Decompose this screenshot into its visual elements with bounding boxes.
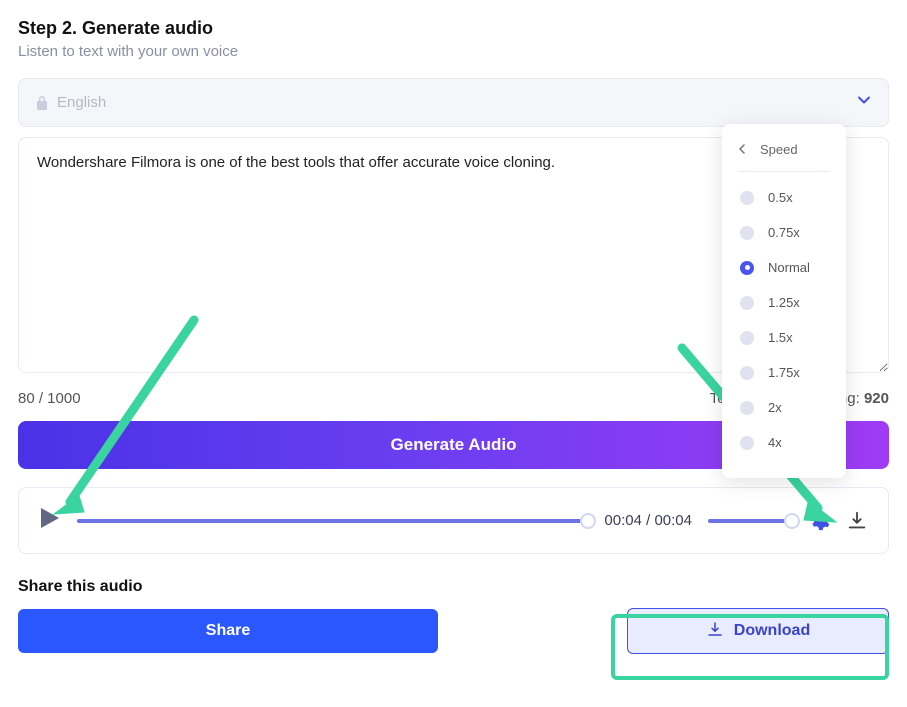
volume-thumb[interactable] — [784, 513, 800, 529]
audio-player: 00:04 / 00:04 — [18, 487, 889, 554]
speed-option-label: 1.25x — [768, 295, 800, 310]
radio-icon — [740, 401, 754, 415]
speed-option-label: Normal — [768, 260, 810, 275]
speed-header[interactable]: Speed — [738, 142, 830, 172]
progress-slider[interactable] — [77, 519, 588, 523]
speed-option-label: 0.5x — [768, 190, 793, 205]
speed-option[interactable]: 4x — [738, 425, 830, 460]
share-button[interactable]: Share — [18, 609, 438, 653]
lock-icon — [35, 95, 49, 111]
download-icon — [706, 620, 724, 643]
speed-option[interactable]: 1.25x — [738, 285, 830, 320]
volume-slider[interactable] — [708, 519, 792, 523]
radio-icon — [740, 331, 754, 345]
language-value: English — [57, 94, 106, 111]
speed-option-label: 4x — [768, 435, 782, 450]
speed-popover: Speed 0.5x 0.75x Normal 1.25x 1.5x 1.75x 2x 4x — [722, 124, 846, 478]
speed-option-label: 1.5x — [768, 330, 793, 345]
speed-option[interactable]: Normal — [738, 250, 830, 285]
speed-option[interactable]: 0.5x — [738, 180, 830, 215]
speed-option-label: 2x — [768, 400, 782, 415]
radio-icon — [740, 296, 754, 310]
speed-option[interactable]: 1.75x — [738, 355, 830, 390]
chevron-left-icon — [738, 142, 746, 157]
time-display: 00:04 / 00:04 — [604, 512, 692, 529]
play-button[interactable] — [39, 506, 61, 535]
settings-button[interactable] — [808, 510, 830, 532]
chevron-down-icon — [856, 92, 872, 113]
share-title: Share this audio — [18, 578, 889, 596]
speed-option[interactable]: 0.75x — [738, 215, 830, 250]
speed-option[interactable]: 1.5x — [738, 320, 830, 355]
radio-icon — [740, 436, 754, 450]
radio-icon — [740, 226, 754, 240]
download-button[interactable]: Download — [627, 608, 889, 654]
download-icon-button[interactable] — [846, 510, 868, 532]
speed-option-label: 1.75x — [768, 365, 800, 380]
char-count: 80 / 1000 — [18, 390, 81, 407]
radio-icon — [740, 261, 754, 275]
radio-icon — [740, 191, 754, 205]
speed-option-label: 0.75x — [768, 225, 800, 240]
progress-thumb[interactable] — [580, 513, 596, 529]
radio-icon — [740, 366, 754, 380]
step-title: Step 2. Generate audio — [18, 18, 889, 39]
step-subtitle: Listen to text with your own voice — [18, 43, 889, 60]
speed-option[interactable]: 2x — [738, 390, 830, 425]
language-select[interactable]: English — [18, 78, 889, 127]
